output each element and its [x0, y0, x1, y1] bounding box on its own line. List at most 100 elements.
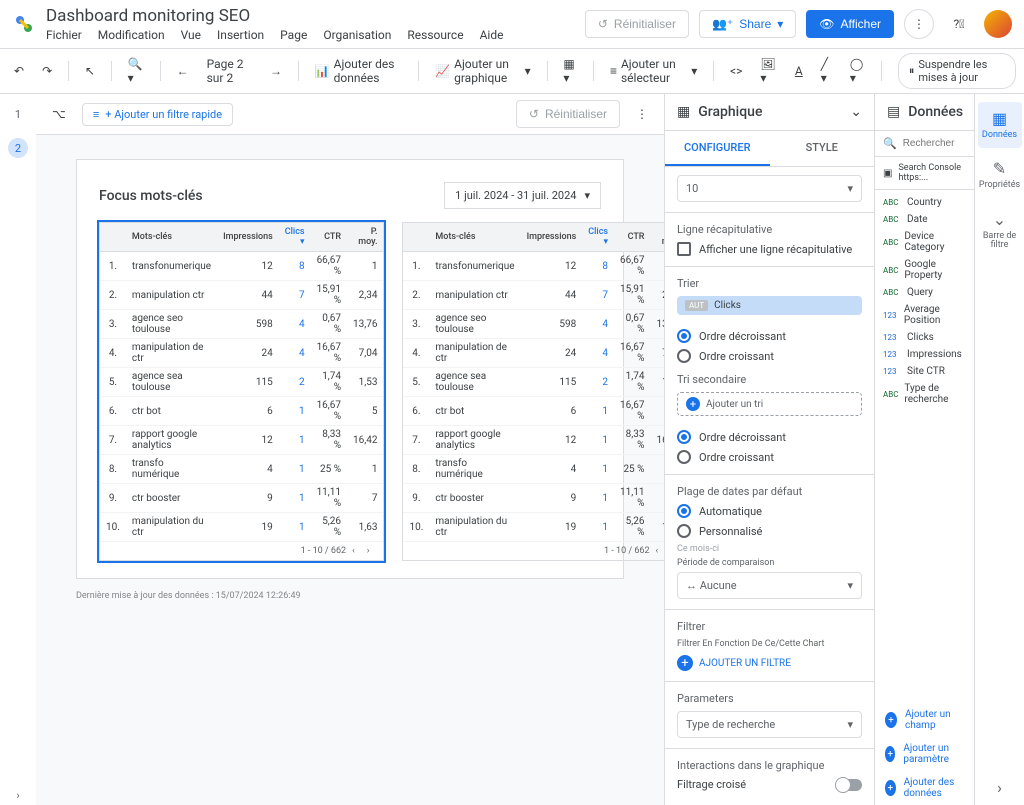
date-range-picker[interactable]: 1 juil. 2024 - 31 juil. 2024▾ [444, 182, 601, 209]
add-chart-button[interactable]: 📈 Ajouter un graphique ▾ [429, 53, 537, 89]
field-type-de-recherche[interactable]: ABCType de recherche [875, 380, 974, 408]
table-row[interactable]: 1.transfonumerique12866,67 %1 [100, 252, 383, 281]
add-data-button[interactable]: 📊 Ajouter des données [309, 53, 409, 89]
select-tool[interactable]: ↖ [79, 60, 101, 82]
table-row[interactable]: 10.manipulation du ctr1915,26 %1,63 [403, 513, 664, 542]
table-row[interactable]: 4.manipulation de ctr24416,67 %7,04 [403, 339, 664, 368]
menu-insert[interactable]: Insertion [217, 28, 264, 42]
field-device-category[interactable]: ABCDevice Category [875, 228, 974, 256]
add-quick-filter-button[interactable]: ≡ + Ajouter un filtre rapide [82, 103, 233, 126]
table1-next[interactable]: › [367, 546, 370, 556]
table-row[interactable]: 9.ctr booster9111,11 %7 [403, 484, 664, 513]
table-row[interactable]: 5.agence sea toulouse11521,74 %1,53 [100, 368, 383, 397]
redo-button[interactable]: ↷ [36, 60, 58, 82]
menu-resource[interactable]: Ressource [407, 28, 463, 42]
table2-prev[interactable]: ‹ [656, 546, 659, 556]
table-row[interactable]: 6.ctr bot6116,67 %5 [100, 397, 383, 426]
sort2-asc-radio[interactable] [677, 450, 691, 464]
table-row[interactable]: 6.ctr bot6116,67 %5 [403, 397, 664, 426]
keyword-table-2[interactable]: Mots-clésImpressionsClics ▾CTRP. moy.1.t… [402, 222, 664, 561]
field-google-property[interactable]: ABCGoogle Property [875, 256, 974, 284]
add-filter-button[interactable]: +AJOUTER UN FILTRE [677, 655, 791, 671]
table-row[interactable]: 3.agence seo toulouse59840,67 %13,76 [403, 310, 664, 339]
add-param-button[interactable]: +Ajouter un paramètre [875, 737, 974, 771]
rail-collapse[interactable]: › [978, 771, 1022, 805]
rows-per-page-select[interactable]: 10▾ [677, 175, 862, 202]
document-title[interactable]: Dashboard monitoring SEO [46, 6, 585, 26]
sort-field-chip[interactable]: AUTClicks [677, 296, 862, 315]
menu-page[interactable]: Page [280, 28, 307, 42]
report-canvas[interactable]: Focus mots-clés 1 juil. 2024 - 31 juil. … [36, 135, 664, 805]
compare-period-select[interactable]: ↔ Aucune▾ [677, 572, 862, 599]
crossfilter-toggle[interactable] [836, 779, 862, 791]
add-field-button[interactable]: +Ajouter un champ [875, 703, 974, 737]
keyword-table-1[interactable]: Mots-clésImpressionsClics ▾CTRP. moy.1.t… [99, 222, 384, 561]
url-embed-icon[interactable]: <> [724, 60, 748, 82]
field-date[interactable]: ABCDate [875, 211, 974, 228]
table-row[interactable]: 7.rapport google analytics1218,33 %16,42 [403, 426, 664, 455]
help-icon[interactable]: ?⃝ [944, 9, 974, 39]
data-source-row[interactable]: ▣ Search Console https:... [875, 157, 974, 190]
rail-properties[interactable]: ✎Propriétés [978, 152, 1022, 198]
sort2-desc-radio[interactable] [677, 430, 691, 444]
rail-filters[interactable]: ⌄Barre de filtre [978, 203, 1022, 259]
table-row[interactable]: 1.transfonumerique12866,67 %1 [403, 252, 664, 281]
page-thumb-2[interactable]: 2 [8, 138, 28, 158]
share-button[interactable]: 👥⁺ Share ▾ [699, 10, 796, 38]
canvas-more-button[interactable]: ⋮ [630, 103, 654, 125]
field-search-input[interactable] [903, 138, 963, 149]
table-row[interactable]: 8.transfo numérique4125 %1 [100, 455, 383, 484]
date-custom-radio[interactable] [677, 524, 691, 538]
params-select[interactable]: Type de recherche▾ [677, 711, 862, 738]
user-avatar[interactable] [984, 10, 1012, 38]
reset-button[interactable]: ↺ Réinitialiser [585, 10, 689, 38]
image-icon[interactable]: 🖼 ▾ [754, 53, 783, 89]
canvas-reset-button[interactable]: ↺ Réinitialiser [516, 100, 620, 128]
field-impressions[interactable]: 123Impressions [875, 346, 974, 363]
tab-style[interactable]: STYLE [770, 131, 875, 166]
table-row[interactable]: 7.rapport google analytics1218,33 %16,42 [100, 426, 383, 455]
view-button[interactable]: 👁 Afficher [806, 10, 894, 38]
summary-checkbox[interactable] [677, 242, 691, 256]
pause-updates-button[interactable]: ⏸ Suspendre les mises à jour [898, 53, 1016, 89]
collapse-nav-icon[interactable]: › [8, 785, 28, 805]
chart-type-dropdown-icon[interactable]: ⌄ [850, 104, 862, 120]
field-country[interactable]: ABCCountry [875, 194, 974, 211]
table-row[interactable]: 2.manipulation ctr44715,91 %2,34 [100, 281, 383, 310]
filter-icon[interactable]: ⌥ [46, 103, 72, 125]
tab-configure[interactable]: CONFIGURER [665, 131, 770, 166]
rail-data[interactable]: ▦Données [978, 102, 1022, 148]
sort-asc-radio[interactable] [677, 349, 691, 363]
table-row[interactable]: 3.agence seo toulouse59840,67 %13,76 [100, 310, 383, 339]
field-query[interactable]: ABCQuery [875, 284, 974, 301]
text-icon[interactable]: A [789, 60, 809, 82]
menu-view[interactable]: Vue [181, 28, 201, 42]
shape-icon[interactable]: ◯ ▾ [844, 53, 871, 89]
table-row[interactable]: 8.transfo numérique4125 %1 [403, 455, 664, 484]
add-control-button[interactable]: ≡ Ajouter un sélecteur ▾ [604, 53, 703, 89]
table-row[interactable]: 10.manipulation du ctr1915,26 %1,63 [100, 513, 383, 542]
line-icon[interactable]: ╱ ▾ [815, 53, 838, 89]
zoom-button[interactable]: 🔍 ▾ [122, 53, 150, 89]
page-thumb-1[interactable]: 1 [8, 104, 28, 124]
table-row[interactable]: 5.agence sea toulouse11521,74 %1,53 [403, 368, 664, 397]
sort-desc-radio[interactable] [677, 329, 691, 343]
field-clicks[interactable]: 123Clicks [875, 329, 974, 346]
more-options-button[interactable]: ⋮ [904, 9, 934, 39]
add-sort-chip[interactable]: +Ajouter un tri [677, 392, 862, 416]
table-row[interactable]: 4.manipulation de ctr24416,67 %7,04 [100, 339, 383, 368]
page-indicator[interactable]: Page 2 sur 2 [201, 53, 258, 89]
table-row[interactable]: 9.ctr booster9111,11 %7 [100, 484, 383, 513]
field-site-ctr[interactable]: 123Site CTR [875, 363, 974, 380]
prev-page-button[interactable]: ← [171, 60, 195, 82]
menu-arrange[interactable]: Organisation [323, 28, 391, 42]
menu-file[interactable]: Fichier [46, 28, 82, 42]
undo-button[interactable]: ↶ [8, 60, 30, 82]
table-row[interactable]: 2.manipulation ctr44715,91 %2,34 [403, 281, 664, 310]
menu-edit[interactable]: Modification [98, 28, 165, 42]
community-viz-button[interactable]: ▦ ▾ [557, 53, 583, 89]
field-average-position[interactable]: 123Average Position [875, 301, 974, 329]
next-page-button[interactable]: → [264, 60, 288, 82]
date-auto-radio[interactable] [677, 504, 691, 518]
menu-help[interactable]: Aide [480, 28, 504, 42]
